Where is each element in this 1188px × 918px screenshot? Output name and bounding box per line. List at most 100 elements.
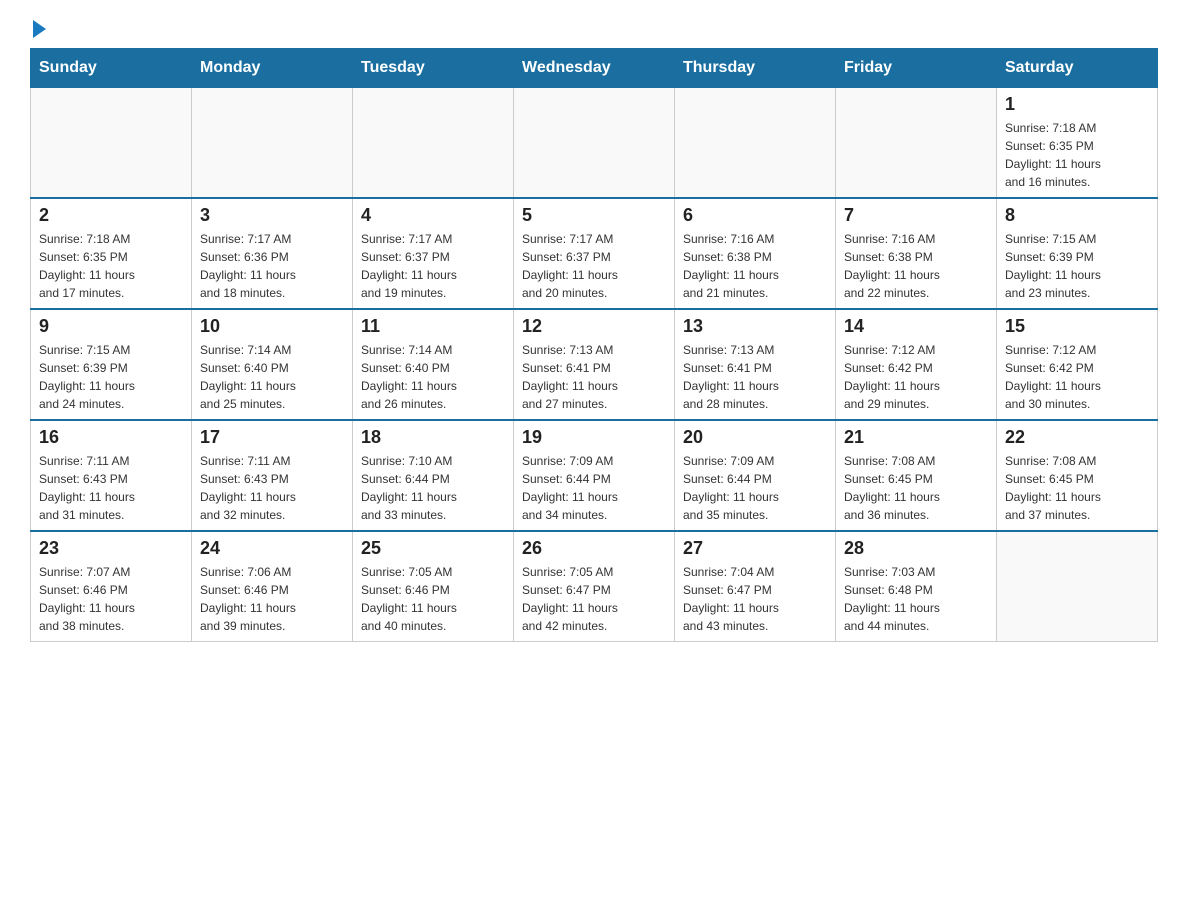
day-info: Sunrise: 7:11 AM Sunset: 6:43 PM Dayligh…	[200, 452, 344, 524]
weekday-header-thursday: Thursday	[675, 49, 836, 88]
day-info: Sunrise: 7:11 AM Sunset: 6:43 PM Dayligh…	[39, 452, 183, 524]
day-number: 26	[522, 538, 666, 559]
calendar-cell: 6 Sunrise: 7:16 AM Sunset: 6:38 PM Daylig…	[675, 198, 836, 309]
calendar-cell: 21Sunrise: 7:08 AM Sunset: 6:45 PM Dayli…	[836, 420, 997, 531]
calendar-cell	[997, 531, 1158, 642]
calendar-cell: 4 Sunrise: 7:17 AM Sunset: 6:37 PM Daylig…	[353, 198, 514, 309]
calendar-cell: 17 Sunrise: 7:11 AM Sunset: 6:43 PM Dayli…	[192, 420, 353, 531]
calendar-cell: 13Sunrise: 7:13 AM Sunset: 6:41 PM Dayli…	[675, 309, 836, 420]
calendar-cell: 22 Sunrise: 7:08 AM Sunset: 6:45 PM Dayli…	[997, 420, 1158, 531]
calendar-week-row: 16 Sunrise: 7:11 AM Sunset: 6:43 PM Dayli…	[31, 420, 1158, 531]
day-info: Sunrise: 7:03 AM Sunset: 6:48 PM Dayligh…	[844, 563, 988, 635]
day-number: 23	[39, 538, 183, 559]
calendar-cell: 20 Sunrise: 7:09 AM Sunset: 6:44 PM Dayli…	[675, 420, 836, 531]
day-number: 8	[1005, 205, 1149, 226]
weekday-header-tuesday: Tuesday	[353, 49, 514, 88]
calendar-cell	[514, 88, 675, 199]
calendar-cell: 8 Sunrise: 7:15 AM Sunset: 6:39 PM Daylig…	[997, 198, 1158, 309]
day-info: Sunrise: 7:07 AM Sunset: 6:46 PM Dayligh…	[39, 563, 183, 635]
day-info: Sunrise: 7:18 AM Sunset: 6:35 PM Dayligh…	[39, 230, 183, 302]
day-number: 16	[39, 427, 183, 448]
day-number: 19	[522, 427, 666, 448]
day-number: 12	[522, 316, 666, 337]
weekday-header-friday: Friday	[836, 49, 997, 88]
day-info: Sunrise: 7:13 AM Sunset: 6:41 PM Dayligh…	[522, 341, 666, 413]
day-number: 24	[200, 538, 344, 559]
day-number: 1	[1005, 94, 1149, 115]
day-number: 2	[39, 205, 183, 226]
day-info: Sunrise: 7:15 AM Sunset: 6:39 PM Dayligh…	[39, 341, 183, 413]
calendar-week-row: 2 Sunrise: 7:18 AM Sunset: 6:35 PM Daylig…	[31, 198, 1158, 309]
day-number: 4	[361, 205, 505, 226]
day-info: Sunrise: 7:10 AM Sunset: 6:44 PM Dayligh…	[361, 452, 505, 524]
day-info: Sunrise: 7:08 AM Sunset: 6:45 PM Dayligh…	[844, 452, 988, 524]
day-info: Sunrise: 7:09 AM Sunset: 6:44 PM Dayligh…	[522, 452, 666, 524]
calendar-cell: 7 Sunrise: 7:16 AM Sunset: 6:38 PM Daylig…	[836, 198, 997, 309]
day-info: Sunrise: 7:13 AM Sunset: 6:41 PM Dayligh…	[683, 341, 827, 413]
calendar-cell: 23 Sunrise: 7:07 AM Sunset: 6:46 PM Dayli…	[31, 531, 192, 642]
weekday-header-monday: Monday	[192, 49, 353, 88]
page-header	[30, 20, 1158, 38]
day-number: 7	[844, 205, 988, 226]
day-number: 18	[361, 427, 505, 448]
day-info: Sunrise: 7:08 AM Sunset: 6:45 PM Dayligh…	[1005, 452, 1149, 524]
calendar-cell: 18 Sunrise: 7:10 AM Sunset: 6:44 PM Dayli…	[353, 420, 514, 531]
calendar-cell: 1 Sunrise: 7:18 AM Sunset: 6:35 PM Daylig…	[997, 88, 1158, 199]
calendar-cell: 28 Sunrise: 7:03 AM Sunset: 6:48 PM Dayli…	[836, 531, 997, 642]
weekday-header-row: SundayMondayTuesdayWednesdayThursdayFrid…	[31, 49, 1158, 88]
day-number: 27	[683, 538, 827, 559]
day-info: Sunrise: 7:12 AM Sunset: 6:42 PM Dayligh…	[844, 341, 988, 413]
calendar-cell: 24 Sunrise: 7:06 AM Sunset: 6:46 PM Dayli…	[192, 531, 353, 642]
logo	[30, 20, 46, 38]
weekday-header-saturday: Saturday	[997, 49, 1158, 88]
calendar-cell: 16 Sunrise: 7:11 AM Sunset: 6:43 PM Dayli…	[31, 420, 192, 531]
calendar-cell: 25Sunrise: 7:05 AM Sunset: 6:46 PM Dayli…	[353, 531, 514, 642]
calendar-cell: 5 Sunrise: 7:17 AM Sunset: 6:37 PM Daylig…	[514, 198, 675, 309]
calendar-cell	[192, 88, 353, 199]
calendar-cell: 2 Sunrise: 7:18 AM Sunset: 6:35 PM Daylig…	[31, 198, 192, 309]
day-number: 5	[522, 205, 666, 226]
calendar-cell	[675, 88, 836, 199]
calendar-cell: 14Sunrise: 7:12 AM Sunset: 6:42 PM Dayli…	[836, 309, 997, 420]
day-info: Sunrise: 7:18 AM Sunset: 6:35 PM Dayligh…	[1005, 119, 1149, 191]
day-info: Sunrise: 7:14 AM Sunset: 6:40 PM Dayligh…	[200, 341, 344, 413]
calendar-cell	[836, 88, 997, 199]
logo-arrow-icon	[33, 20, 46, 38]
calendar-cell: 10Sunrise: 7:14 AM Sunset: 6:40 PM Dayli…	[192, 309, 353, 420]
day-info: Sunrise: 7:09 AM Sunset: 6:44 PM Dayligh…	[683, 452, 827, 524]
day-info: Sunrise: 7:17 AM Sunset: 6:37 PM Dayligh…	[361, 230, 505, 302]
calendar-cell: 27Sunrise: 7:04 AM Sunset: 6:47 PM Dayli…	[675, 531, 836, 642]
day-info: Sunrise: 7:17 AM Sunset: 6:37 PM Dayligh…	[522, 230, 666, 302]
day-info: Sunrise: 7:15 AM Sunset: 6:39 PM Dayligh…	[1005, 230, 1149, 302]
day-info: Sunrise: 7:16 AM Sunset: 6:38 PM Dayligh…	[683, 230, 827, 302]
calendar-week-row: 9 Sunrise: 7:15 AM Sunset: 6:39 PM Daylig…	[31, 309, 1158, 420]
day-number: 22	[1005, 427, 1149, 448]
day-number: 11	[361, 316, 505, 337]
day-info: Sunrise: 7:06 AM Sunset: 6:46 PM Dayligh…	[200, 563, 344, 635]
calendar-cell: 15 Sunrise: 7:12 AM Sunset: 6:42 PM Dayli…	[997, 309, 1158, 420]
day-number: 6	[683, 205, 827, 226]
calendar-cell: 11 Sunrise: 7:14 AM Sunset: 6:40 PM Dayli…	[353, 309, 514, 420]
calendar-cell: 9 Sunrise: 7:15 AM Sunset: 6:39 PM Daylig…	[31, 309, 192, 420]
day-number: 17	[200, 427, 344, 448]
day-info: Sunrise: 7:16 AM Sunset: 6:38 PM Dayligh…	[844, 230, 988, 302]
day-number: 28	[844, 538, 988, 559]
calendar-table: SundayMondayTuesdayWednesdayThursdayFrid…	[30, 48, 1158, 642]
day-info: Sunrise: 7:05 AM Sunset: 6:47 PM Dayligh…	[522, 563, 666, 635]
calendar-cell	[353, 88, 514, 199]
day-info: Sunrise: 7:12 AM Sunset: 6:42 PM Dayligh…	[1005, 341, 1149, 413]
day-number: 3	[200, 205, 344, 226]
day-info: Sunrise: 7:14 AM Sunset: 6:40 PM Dayligh…	[361, 341, 505, 413]
weekday-header-wednesday: Wednesday	[514, 49, 675, 88]
calendar-week-row: 1 Sunrise: 7:18 AM Sunset: 6:35 PM Daylig…	[31, 88, 1158, 199]
calendar-cell: 19 Sunrise: 7:09 AM Sunset: 6:44 PM Dayli…	[514, 420, 675, 531]
calendar-cell: 3Sunrise: 7:17 AM Sunset: 6:36 PM Daylig…	[192, 198, 353, 309]
day-number: 20	[683, 427, 827, 448]
weekday-header-sunday: Sunday	[31, 49, 192, 88]
calendar-week-row: 23 Sunrise: 7:07 AM Sunset: 6:46 PM Dayli…	[31, 531, 1158, 642]
day-number: 9	[39, 316, 183, 337]
calendar-cell	[31, 88, 192, 199]
day-number: 25	[361, 538, 505, 559]
calendar-cell: 12 Sunrise: 7:13 AM Sunset: 6:41 PM Dayli…	[514, 309, 675, 420]
day-number: 15	[1005, 316, 1149, 337]
